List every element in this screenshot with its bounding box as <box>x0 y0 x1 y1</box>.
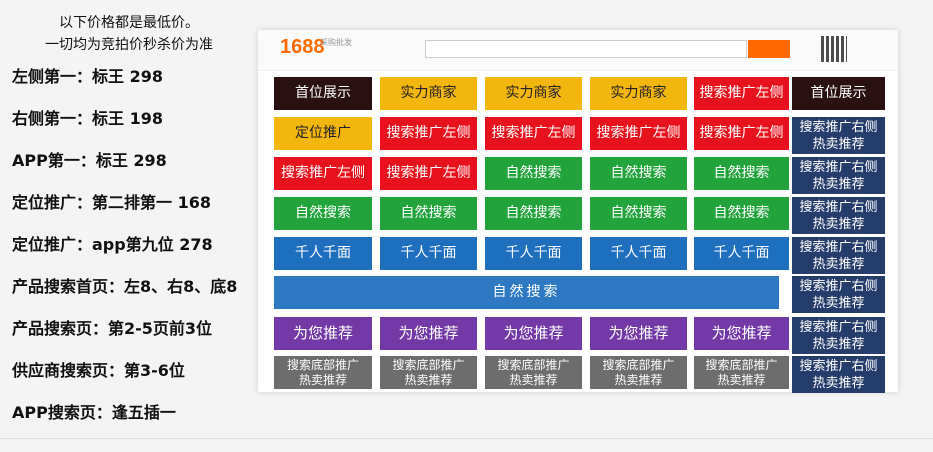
rule-item: 右侧第一：标王 198 <box>12 109 163 128</box>
ad-slot-r5-c5: 千人千面 <box>694 237 789 270</box>
price-rules-list: 左侧第一：标王 298 右侧第一：标王 198 APP第一：标王 298 定位推… <box>12 66 262 444</box>
ad-layout-panel: 1688 采购批发 首位展示 实力商家 实力商家 实力商家 搜索推广左侧 首位展示 定位推广… <box>258 30 898 393</box>
ad-slot-r3-c1: 搜索推广左侧 <box>274 157 372 190</box>
ad-slot-r3-c5: 自然搜索 <box>694 157 789 190</box>
site-header: 1688 采购批发 <box>258 30 898 71</box>
ad-slot-r5-c4: 千人千面 <box>590 237 687 270</box>
ad-slot-r4-c6: 搜索推广右侧 热卖推荐 <box>792 197 885 234</box>
ad-slot-r7-c3: 为您推荐 <box>485 317 582 350</box>
rule-item: 定位推广：第二排第一 168 <box>12 193 211 212</box>
rule-item: 产品搜索首页：左8、右8、底8 <box>12 277 238 296</box>
ad-slot-r1-c2: 实力商家 <box>380 77 477 110</box>
ad-slot-r8-c1: 搜索底部推广 热卖推荐 <box>274 356 372 389</box>
rule-item: APP第一：标王 298 <box>12 151 167 170</box>
ad-slot-r5-c1: 千人千面 <box>274 237 372 270</box>
search-input[interactable] <box>425 40 747 58</box>
ad-slot-r4-c4: 自然搜索 <box>590 197 687 230</box>
rule-item: 左侧第一：标王 298 <box>12 67 163 86</box>
ad-slot-r4-c1: 自然搜索 <box>274 197 372 230</box>
ad-slot-r8-c6: 搜索推广右侧 热卖推荐 <box>792 356 885 393</box>
qr-code-icon <box>821 36 847 62</box>
ad-slot-r2-c2: 搜索推广左侧 <box>380 117 477 150</box>
ad-slot-r5-c3: 千人千面 <box>485 237 582 270</box>
ad-slot-r8-c2: 搜索底部推广 热卖推荐 <box>380 356 477 389</box>
rule-item: 产品搜索页：第2-5页前3位 <box>12 319 213 338</box>
search-button[interactable] <box>748 40 790 58</box>
ad-slot-r4-c3: 自然搜索 <box>485 197 582 230</box>
ad-slot-r5-c2: 千人千面 <box>380 237 477 270</box>
ad-slot-r1-c4: 实力商家 <box>590 77 687 110</box>
rule-item: 定位推广：app第九位 278 <box>12 235 213 254</box>
ad-slot-r3-c4: 自然搜索 <box>590 157 687 190</box>
ad-slot-r4-c2: 自然搜索 <box>380 197 477 230</box>
ad-slot-r4-c5: 自然搜索 <box>694 197 789 230</box>
ad-slot-r2-c5: 搜索推广左侧 <box>694 117 789 150</box>
ad-slot-r1-c1: 首位展示 <box>274 77 372 110</box>
notice-line-1: 以下价格都是最低价。 <box>59 15 199 31</box>
ad-slot-r3-c6: 搜索推广右侧 热卖推荐 <box>792 157 885 194</box>
ad-slot-r1-c3: 实力商家 <box>485 77 582 110</box>
ad-slot-r1-c5: 搜索推广左侧 <box>694 77 789 110</box>
ad-slot-r2-c6: 搜索推广右侧 热卖推荐 <box>792 117 885 154</box>
divider <box>0 438 933 439</box>
ad-slot-r7-c1: 为您推荐 <box>274 317 372 350</box>
ad-slot-r7-c6: 搜索推广右侧 热卖推荐 <box>792 317 885 354</box>
ad-slot-r2-c4: 搜索推广左侧 <box>590 117 687 150</box>
notice: 以下价格都是最低价。 一切均为竞拍价秒杀价为准 <box>0 12 258 56</box>
ad-slot-r7-c2: 为您推荐 <box>380 317 477 350</box>
ad-slot-r5-c6: 搜索推广右侧 热卖推荐 <box>792 237 885 274</box>
ad-slot-r7-c4: 为您推荐 <box>590 317 687 350</box>
ad-slot-r7-c5: 为您推荐 <box>694 317 789 350</box>
notice-line-2: 一切均为竞拍价秒杀价为准 <box>45 37 213 53</box>
ad-slot-r6-c1: 自然搜索 <box>274 276 779 309</box>
ad-slot-r3-c2: 搜索推广左侧 <box>380 157 477 190</box>
ad-slot-r8-c5: 搜索底部推广 热卖推荐 <box>694 356 789 389</box>
rule-item: 供应商搜索页：第3-6位 <box>12 361 185 380</box>
ad-slot-r1-c6: 首位展示 <box>792 77 885 110</box>
site-logo: 1688 <box>280 36 325 58</box>
site-logo-subtitle: 采购批发 <box>320 38 352 47</box>
ad-slot-r6-c2: 搜索推广右侧 热卖推荐 <box>792 276 885 313</box>
ad-slot-r3-c3: 自然搜索 <box>485 157 582 190</box>
ad-slot-r2-c1: 定位推广 <box>274 117 372 150</box>
ad-slot-r2-c3: 搜索推广左侧 <box>485 117 582 150</box>
ad-slot-r8-c4: 搜索底部推广 热卖推荐 <box>590 356 687 389</box>
ad-slot-r8-c3: 搜索底部推广 热卖推荐 <box>485 356 582 389</box>
